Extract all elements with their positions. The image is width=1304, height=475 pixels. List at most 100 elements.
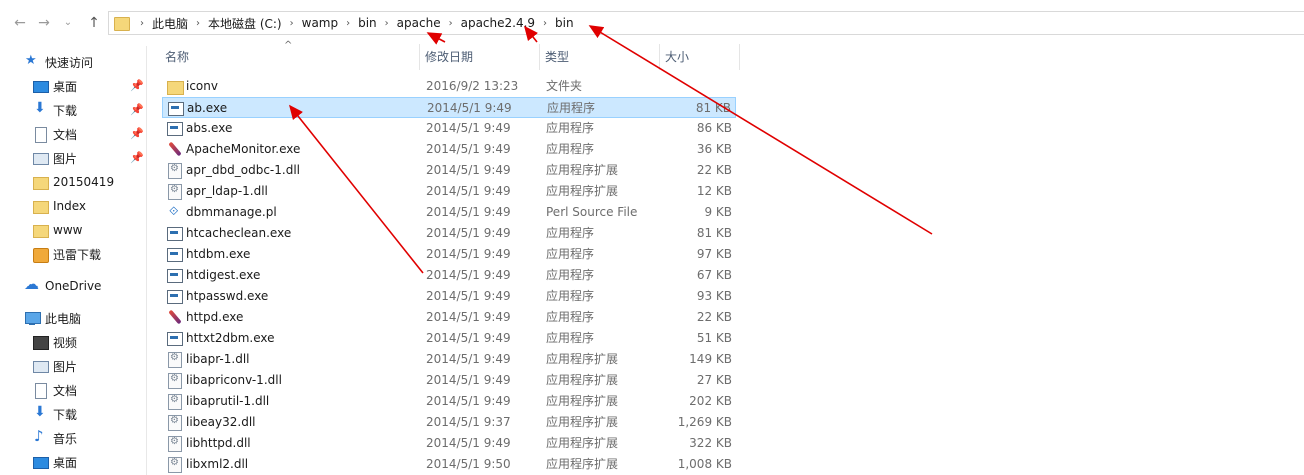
forward-arrow-icon[interactable]: → — [34, 13, 54, 33]
breadcrumb-wamp[interactable]: wamp — [302, 16, 338, 30]
table-row[interactable]: apr_ldap-1.dll 2014/5/1 9:49 应用程序扩展 12 K… — [162, 181, 736, 202]
table-row[interactable]: htpasswd.exe 2014/5/1 9:49 应用程序 93 KB — [162, 286, 736, 307]
nav-item-desktop[interactable]: 桌面 📌 — [32, 75, 150, 97]
file-size: 36 KB — [696, 142, 732, 156]
nav-quick-access[interactable]: 快速访问 — [24, 51, 93, 73]
nav-item-pc-downloads[interactable]: 下载 — [32, 403, 77, 425]
column-header-size[interactable]: 大小 — [660, 44, 740, 70]
file-type: 应用程序扩展 — [546, 394, 619, 408]
nav-item-label: 此电脑 — [45, 311, 82, 326]
nav-item-label: 迅雷下载 — [53, 247, 102, 262]
breadcrumb-separator-icon[interactable]: › — [140, 18, 144, 29]
table-row[interactable]: ab.exe 2014/5/1 9:49 应用程序 81 KB — [162, 97, 736, 118]
file-date: 2014/5/1 9:49 — [426, 373, 511, 387]
table-row[interactable]: httxt2dbm.exe 2014/5/1 9:49 应用程序 51 KB — [162, 328, 736, 349]
dll-icon — [167, 373, 182, 389]
breadcrumb-separator-icon[interactable]: › — [385, 18, 389, 29]
nav-item-music[interactable]: 音乐 — [32, 427, 77, 449]
table-row[interactable]: iconv 2016/9/2 13:23 文件夹 — [162, 76, 736, 97]
pin-icon[interactable]: 📌 — [130, 127, 144, 140]
table-row[interactable]: apr_dbd_odbc-1.dll 2014/5/1 9:49 应用程序扩展 … — [162, 160, 736, 181]
video-icon — [32, 335, 49, 350]
table-row[interactable]: ApacheMonitor.exe 2014/5/1 9:49 应用程序 36 … — [162, 139, 736, 160]
nav-item-downloads[interactable]: 下载 📌 — [32, 99, 150, 121]
breadcrumb-bin[interactable]: bin — [358, 16, 377, 30]
file-date: 2014/5/1 9:49 — [426, 247, 511, 261]
table-row[interactable]: libapriconv-1.dll 2014/5/1 9:49 应用程序扩展 2… — [162, 370, 736, 391]
table-row[interactable]: abs.exe 2014/5/1 9:49 应用程序 86 KB — [162, 118, 736, 139]
table-row[interactable]: libeay32.dll 2014/5/1 9:37 应用程序扩展 1,269 … — [162, 412, 736, 433]
file-name: htdigest.exe — [186, 268, 261, 282]
file-size: 81 KB — [696, 226, 732, 240]
breadcrumb-apache2-4-9[interactable]: apache2.4.9 — [461, 16, 535, 30]
nav-item-20150419[interactable]: 20150419 — [32, 171, 114, 193]
nav-item-pc-pictures[interactable]: 图片 — [32, 355, 77, 377]
file-date: 2014/5/1 9:49 — [426, 184, 511, 198]
thunder-folder-icon — [32, 247, 49, 263]
file-type: 应用程序 — [546, 121, 595, 135]
breadcrumb-local-disk[interactable]: 本地磁盘 (C:) — [208, 15, 282, 32]
nav-item-documents[interactable]: 文档 📌 — [32, 123, 150, 145]
file-list: ^ 名称 修改日期 类型 大小 iconv 2016/9/2 13:23 文件夹… — [160, 40, 1304, 475]
file-name: apr_ldap-1.dll — [186, 184, 268, 198]
nav-item-pictures[interactable]: 图片 📌 — [32, 147, 150, 169]
back-arrow-icon[interactable]: ← — [10, 13, 30, 33]
nav-item-pc-documents[interactable]: 文档 — [32, 379, 77, 401]
breadcrumb-this-pc[interactable]: 此电脑 — [152, 15, 188, 32]
table-row[interactable]: httpd.exe 2014/5/1 9:49 应用程序 22 KB — [162, 307, 736, 328]
download-arrow-icon — [32, 404, 48, 421]
pin-icon[interactable]: 📌 — [130, 151, 144, 164]
nav-item-videos[interactable]: 视频 — [32, 331, 77, 353]
file-type: 应用程序扩展 — [546, 415, 619, 429]
table-row[interactable]: libhttpd.dll 2014/5/1 9:49 应用程序扩展 322 KB — [162, 433, 736, 454]
pin-icon[interactable]: 📌 — [130, 103, 144, 116]
file-date: 2014/5/1 9:50 — [426, 457, 511, 471]
nav-this-pc[interactable]: 此电脑 — [24, 307, 81, 329]
nav-item-label: 桌面 — [53, 79, 78, 94]
breadcrumb-separator-icon[interactable]: › — [290, 18, 294, 29]
table-row[interactable]: dbmmanage.pl 2014/5/1 9:49 Perl Source F… — [162, 202, 736, 223]
breadcrumb-apache[interactable]: apache — [397, 16, 441, 30]
column-header-date[interactable]: 修改日期 — [420, 44, 540, 70]
file-date: 2014/5/1 9:49 — [426, 268, 511, 282]
feather-icon — [167, 310, 182, 325]
breadcrumb-separator-icon[interactable]: › — [543, 18, 547, 29]
table-row[interactable]: libaprutil-1.dll 2014/5/1 9:49 应用程序扩展 20… — [162, 391, 736, 412]
file-type: 应用程序扩展 — [546, 184, 619, 198]
file-type: 应用程序扩展 — [546, 436, 619, 450]
up-arrow-icon[interactable]: ↑ — [84, 13, 104, 33]
address-bar[interactable]: › 此电脑 › 本地磁盘 (C:) › wamp › bin › apache … — [108, 11, 1304, 35]
table-row[interactable]: htdigest.exe 2014/5/1 9:49 应用程序 67 KB — [162, 265, 736, 286]
table-row[interactable]: libapr-1.dll 2014/5/1 9:49 应用程序扩展 149 KB — [162, 349, 736, 370]
nav-item-label: www — [53, 223, 83, 237]
column-header-name[interactable]: 名称 — [160, 44, 420, 70]
file-type: 应用程序 — [546, 289, 595, 303]
table-row[interactable]: libxml2.dll 2014/5/1 9:50 应用程序扩展 1,008 K… — [162, 454, 736, 475]
column-header-type[interactable]: 类型 — [540, 44, 660, 70]
breadcrumb-separator-icon[interactable]: › — [449, 18, 453, 29]
picture-icon — [32, 151, 49, 165]
recent-locations-chevron-icon[interactable]: ⌄ — [58, 13, 78, 33]
breadcrumb: › 此电脑 › 本地磁盘 (C:) › wamp › bin › apache … — [109, 12, 574, 34]
nav-onedrive[interactable]: OneDrive — [24, 275, 101, 297]
file-type: 文件夹 — [546, 79, 583, 93]
file-size: 86 KB — [696, 121, 732, 135]
file-name: ab.exe — [187, 101, 228, 115]
table-row[interactable]: htdbm.exe 2014/5/1 9:49 应用程序 97 KB — [162, 244, 736, 265]
breadcrumb-bin-current[interactable]: bin — [555, 16, 574, 30]
breadcrumb-separator-icon[interactable]: › — [196, 18, 200, 29]
breadcrumb-separator-icon[interactable]: › — [346, 18, 350, 29]
download-arrow-icon — [32, 100, 48, 117]
nav-item-thunder-downloads[interactable]: 迅雷下载 — [32, 243, 101, 265]
file-type: 应用程序扩展 — [546, 457, 619, 471]
file-size: 51 KB — [696, 331, 732, 345]
file-size: 22 KB — [696, 310, 732, 324]
table-row[interactable]: htcacheclean.exe 2014/5/1 9:49 应用程序 81 K… — [162, 223, 736, 244]
star-icon — [24, 53, 40, 69]
nav-item-pc-desktop[interactable]: 桌面 — [32, 451, 77, 473]
exe-icon — [167, 247, 183, 262]
pane-divider[interactable] — [146, 46, 147, 475]
nav-item-index[interactable]: Index — [32, 195, 86, 217]
nav-item-www[interactable]: www — [32, 219, 82, 241]
pin-icon[interactable]: 📌 — [130, 79, 144, 92]
